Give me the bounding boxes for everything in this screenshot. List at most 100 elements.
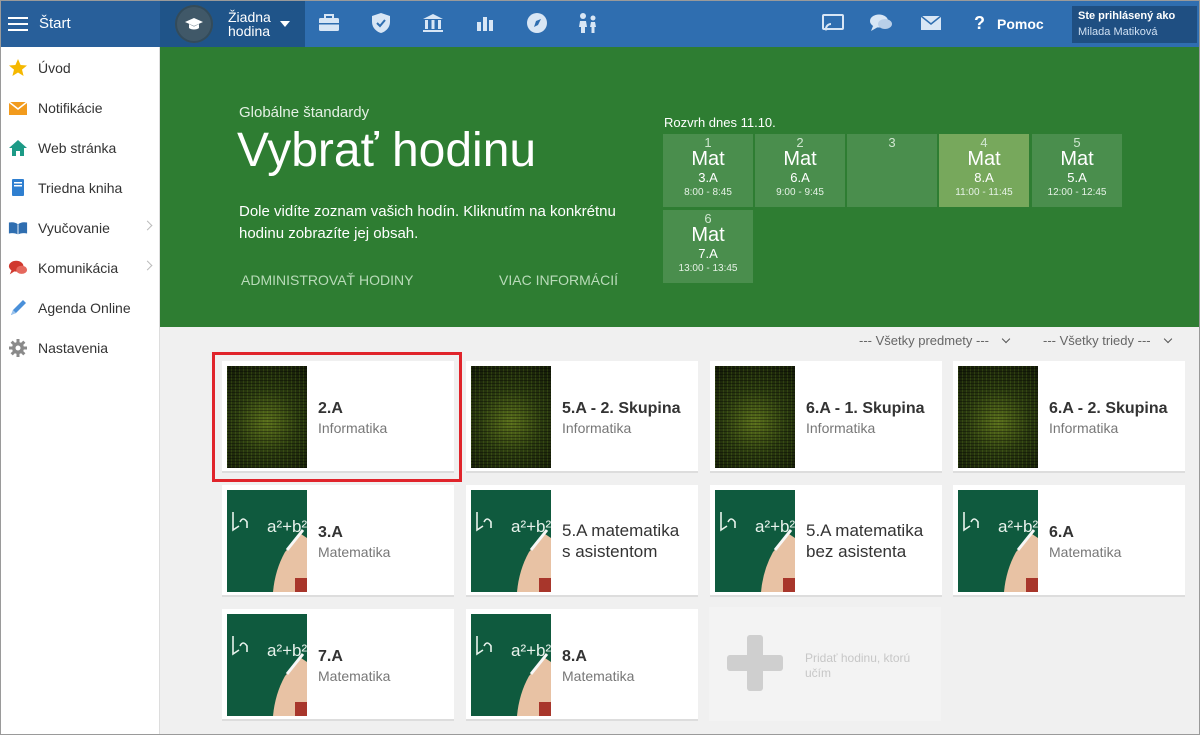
chalkboard-thumbnail: a²+b² bbox=[227, 490, 307, 592]
institution-icon[interactable] bbox=[420, 10, 446, 36]
chalkboard-thumbnail: a²+b² bbox=[227, 614, 307, 716]
start-button[interactable]: Štart bbox=[0, 0, 160, 47]
lesson-card-title: 5.A matematika s asistentom bbox=[562, 521, 680, 561]
chat-bubbles-icon bbox=[8, 258, 28, 278]
sidebar-item-label: Nastavenia bbox=[38, 340, 109, 356]
subject-filter-value: --- Všetky predmety --- bbox=[859, 333, 990, 348]
house-icon bbox=[8, 138, 28, 158]
lesson-card-title: 8.A bbox=[562, 647, 587, 665]
shield-check-icon[interactable] bbox=[368, 10, 394, 36]
lesson-card-subject: Matematika bbox=[562, 667, 635, 684]
slot-subject: Mat bbox=[1060, 148, 1094, 170]
lesson-card[interactable]: 6.A - 1. Skupina Informatika bbox=[710, 361, 942, 473]
user-box[interactable]: Ste prihlásený ako Milada Matiková bbox=[1072, 6, 1197, 43]
hero-subtitle: Globálne štandardy bbox=[239, 104, 370, 121]
hero-panel: Globálne štandardy Vybrať hodinu Dole vi… bbox=[160, 47, 1200, 327]
slot-time: 12:00 - 12:45 bbox=[1047, 187, 1107, 198]
schedule-slot-1[interactable]: 1 Mat 3.A 8:00 - 8:45 bbox=[663, 134, 753, 207]
schedule-slot-2[interactable]: 2 Mat 6.A 9:00 - 9:45 bbox=[755, 134, 845, 207]
sidebar-item-nastavenia[interactable]: Nastavenia bbox=[0, 328, 159, 368]
schedule-slot-6[interactable]: 6 Mat 7.A 13:00 - 13:45 bbox=[663, 210, 753, 283]
lesson-card-subject: Informatika bbox=[1049, 419, 1119, 436]
matrix-thumbnail bbox=[715, 366, 795, 468]
lesson-card[interactable]: 2.A Informatika bbox=[222, 361, 454, 473]
envelope-icon bbox=[8, 98, 28, 118]
slot-class: 5.A bbox=[1067, 170, 1087, 185]
slot-time: 11:00 - 11:45 bbox=[955, 187, 1013, 198]
sidebar-item-notifikacie[interactable]: Notifikácie bbox=[0, 88, 159, 128]
slot-subject: Mat bbox=[967, 148, 1001, 170]
students-icon[interactable] bbox=[575, 10, 601, 36]
lesson-card-subject: Informatika bbox=[562, 419, 632, 436]
lesson-card-title: 5.A matematika bez asistenta bbox=[806, 521, 924, 561]
help-label: Pomoc bbox=[997, 15, 1044, 32]
chat-icon[interactable] bbox=[868, 10, 894, 36]
schedule-slot-3[interactable]: 3 bbox=[847, 134, 937, 207]
sidebar-item-label: Úvod bbox=[38, 60, 71, 76]
slot-subject: Mat bbox=[691, 224, 725, 246]
cast-icon[interactable] bbox=[820, 10, 846, 36]
schedule-title: Rozvrh dnes 11.10. bbox=[664, 115, 776, 130]
slot-subject: Mat bbox=[691, 148, 725, 170]
sidebar-item-label: Web stránka bbox=[38, 140, 117, 156]
lesson-card-title: 5.A - 2. Skupina bbox=[562, 399, 681, 417]
lesson-card[interactable]: a²+b² 3.A Matematika bbox=[222, 485, 454, 597]
slot-time: 13:00 - 13:45 bbox=[678, 263, 738, 274]
lesson-card[interactable]: 5.A - 2. Skupina Informatika bbox=[466, 361, 698, 473]
schedule-slot-5[interactable]: 5 Mat 5.A 12:00 - 12:45 bbox=[1032, 134, 1122, 207]
lesson-card[interactable]: a²+b² 8.A Matematika bbox=[466, 609, 698, 721]
slot-time: 9:00 - 9:45 bbox=[776, 187, 824, 198]
sidebar-item-web-stranka[interactable]: Web stránka bbox=[0, 128, 159, 168]
sidebar-item-triedna-kniha[interactable]: Triedna kniha bbox=[0, 168, 159, 208]
slot-class: 7.A bbox=[698, 246, 718, 261]
open-book-icon bbox=[8, 218, 28, 238]
lesson-card[interactable]: a²+b² 5.A matematika bez asistenta bbox=[710, 485, 942, 597]
matrix-thumbnail bbox=[958, 366, 1038, 468]
briefcase-icon[interactable] bbox=[316, 10, 342, 36]
lesson-card-title: 3.A bbox=[318, 523, 343, 541]
sidebar-item-komunikacia[interactable]: Komunikácia bbox=[0, 248, 159, 288]
lesson-selector-label: Žiadna hodina bbox=[228, 8, 271, 39]
slot-class: 3.A bbox=[698, 170, 718, 185]
class-filter-select[interactable]: --- Všetky triedy --- bbox=[1043, 333, 1172, 348]
chevron-right-icon bbox=[142, 220, 153, 231]
chevron-down-icon bbox=[1163, 334, 1172, 344]
slot-time: 8:00 - 8:45 bbox=[684, 187, 732, 198]
sidebar-item-label: Vyučovanie bbox=[38, 220, 110, 236]
chevron-right-icon bbox=[142, 260, 153, 271]
sidebar-item-vyucovanie[interactable]: Vyučovanie bbox=[0, 208, 159, 248]
compass-icon[interactable] bbox=[524, 10, 550, 36]
book-icon bbox=[8, 178, 28, 198]
start-label: Štart bbox=[39, 15, 71, 32]
class-filter-value: --- Všetky triedy --- bbox=[1043, 333, 1151, 348]
lesson-card-subject: Informatika bbox=[318, 419, 388, 436]
lesson-card-subject: Matematika bbox=[318, 543, 391, 560]
slot-number: 3 bbox=[888, 135, 896, 150]
subject-filter-select[interactable]: --- Všetky predmety --- bbox=[859, 333, 1011, 348]
lesson-card[interactable]: a²+b² 7.A Matematika bbox=[222, 609, 454, 721]
administrate-lessons-link[interactable]: ADMINISTROVAŤ HODINY bbox=[241, 272, 413, 288]
add-lesson-card[interactable]: Pridať hodinu, ktorú učím bbox=[709, 607, 941, 721]
lesson-card[interactable]: a²+b² 6.A Matematika bbox=[953, 485, 1185, 597]
sidebar-item-label: Agenda Online bbox=[38, 300, 131, 316]
lesson-selector[interactable]: Žiadna hodina bbox=[160, 0, 305, 47]
lesson-card[interactable]: 6.A - 2. Skupina Informatika bbox=[953, 361, 1185, 473]
star-icon bbox=[8, 58, 28, 78]
lesson-card-title: 7.A bbox=[318, 647, 343, 665]
help-button[interactable]: ? Pomoc bbox=[974, 0, 1044, 47]
question-icon: ? bbox=[974, 13, 985, 33]
more-info-link[interactable]: VIAC INFORMÁCIÍ bbox=[499, 272, 618, 288]
sidebar-item-uvod[interactable]: Úvod bbox=[0, 48, 159, 88]
chalkboard-thumbnail: a²+b² bbox=[958, 490, 1038, 592]
mail-icon[interactable] bbox=[918, 10, 944, 36]
lesson-card-title: 6.A - 2. Skupina bbox=[1049, 399, 1168, 417]
lesson-card-subject: Informatika bbox=[806, 419, 876, 436]
hamburger-icon[interactable] bbox=[8, 13, 28, 35]
matrix-thumbnail bbox=[471, 366, 551, 468]
lesson-card[interactable]: a²+b² 5.A matematika s asistentom bbox=[466, 485, 698, 597]
schedule-slot-4[interactable]: 4 Mat 8.A 11:00 - 11:45 bbox=[939, 134, 1029, 207]
chalkboard-thumbnail: a²+b² bbox=[471, 614, 551, 716]
sidebar-item-agenda-online[interactable]: Agenda Online bbox=[0, 288, 159, 328]
bar-chart-icon[interactable] bbox=[472, 10, 498, 36]
user-label: Ste prihlásený ako bbox=[1078, 10, 1176, 22]
